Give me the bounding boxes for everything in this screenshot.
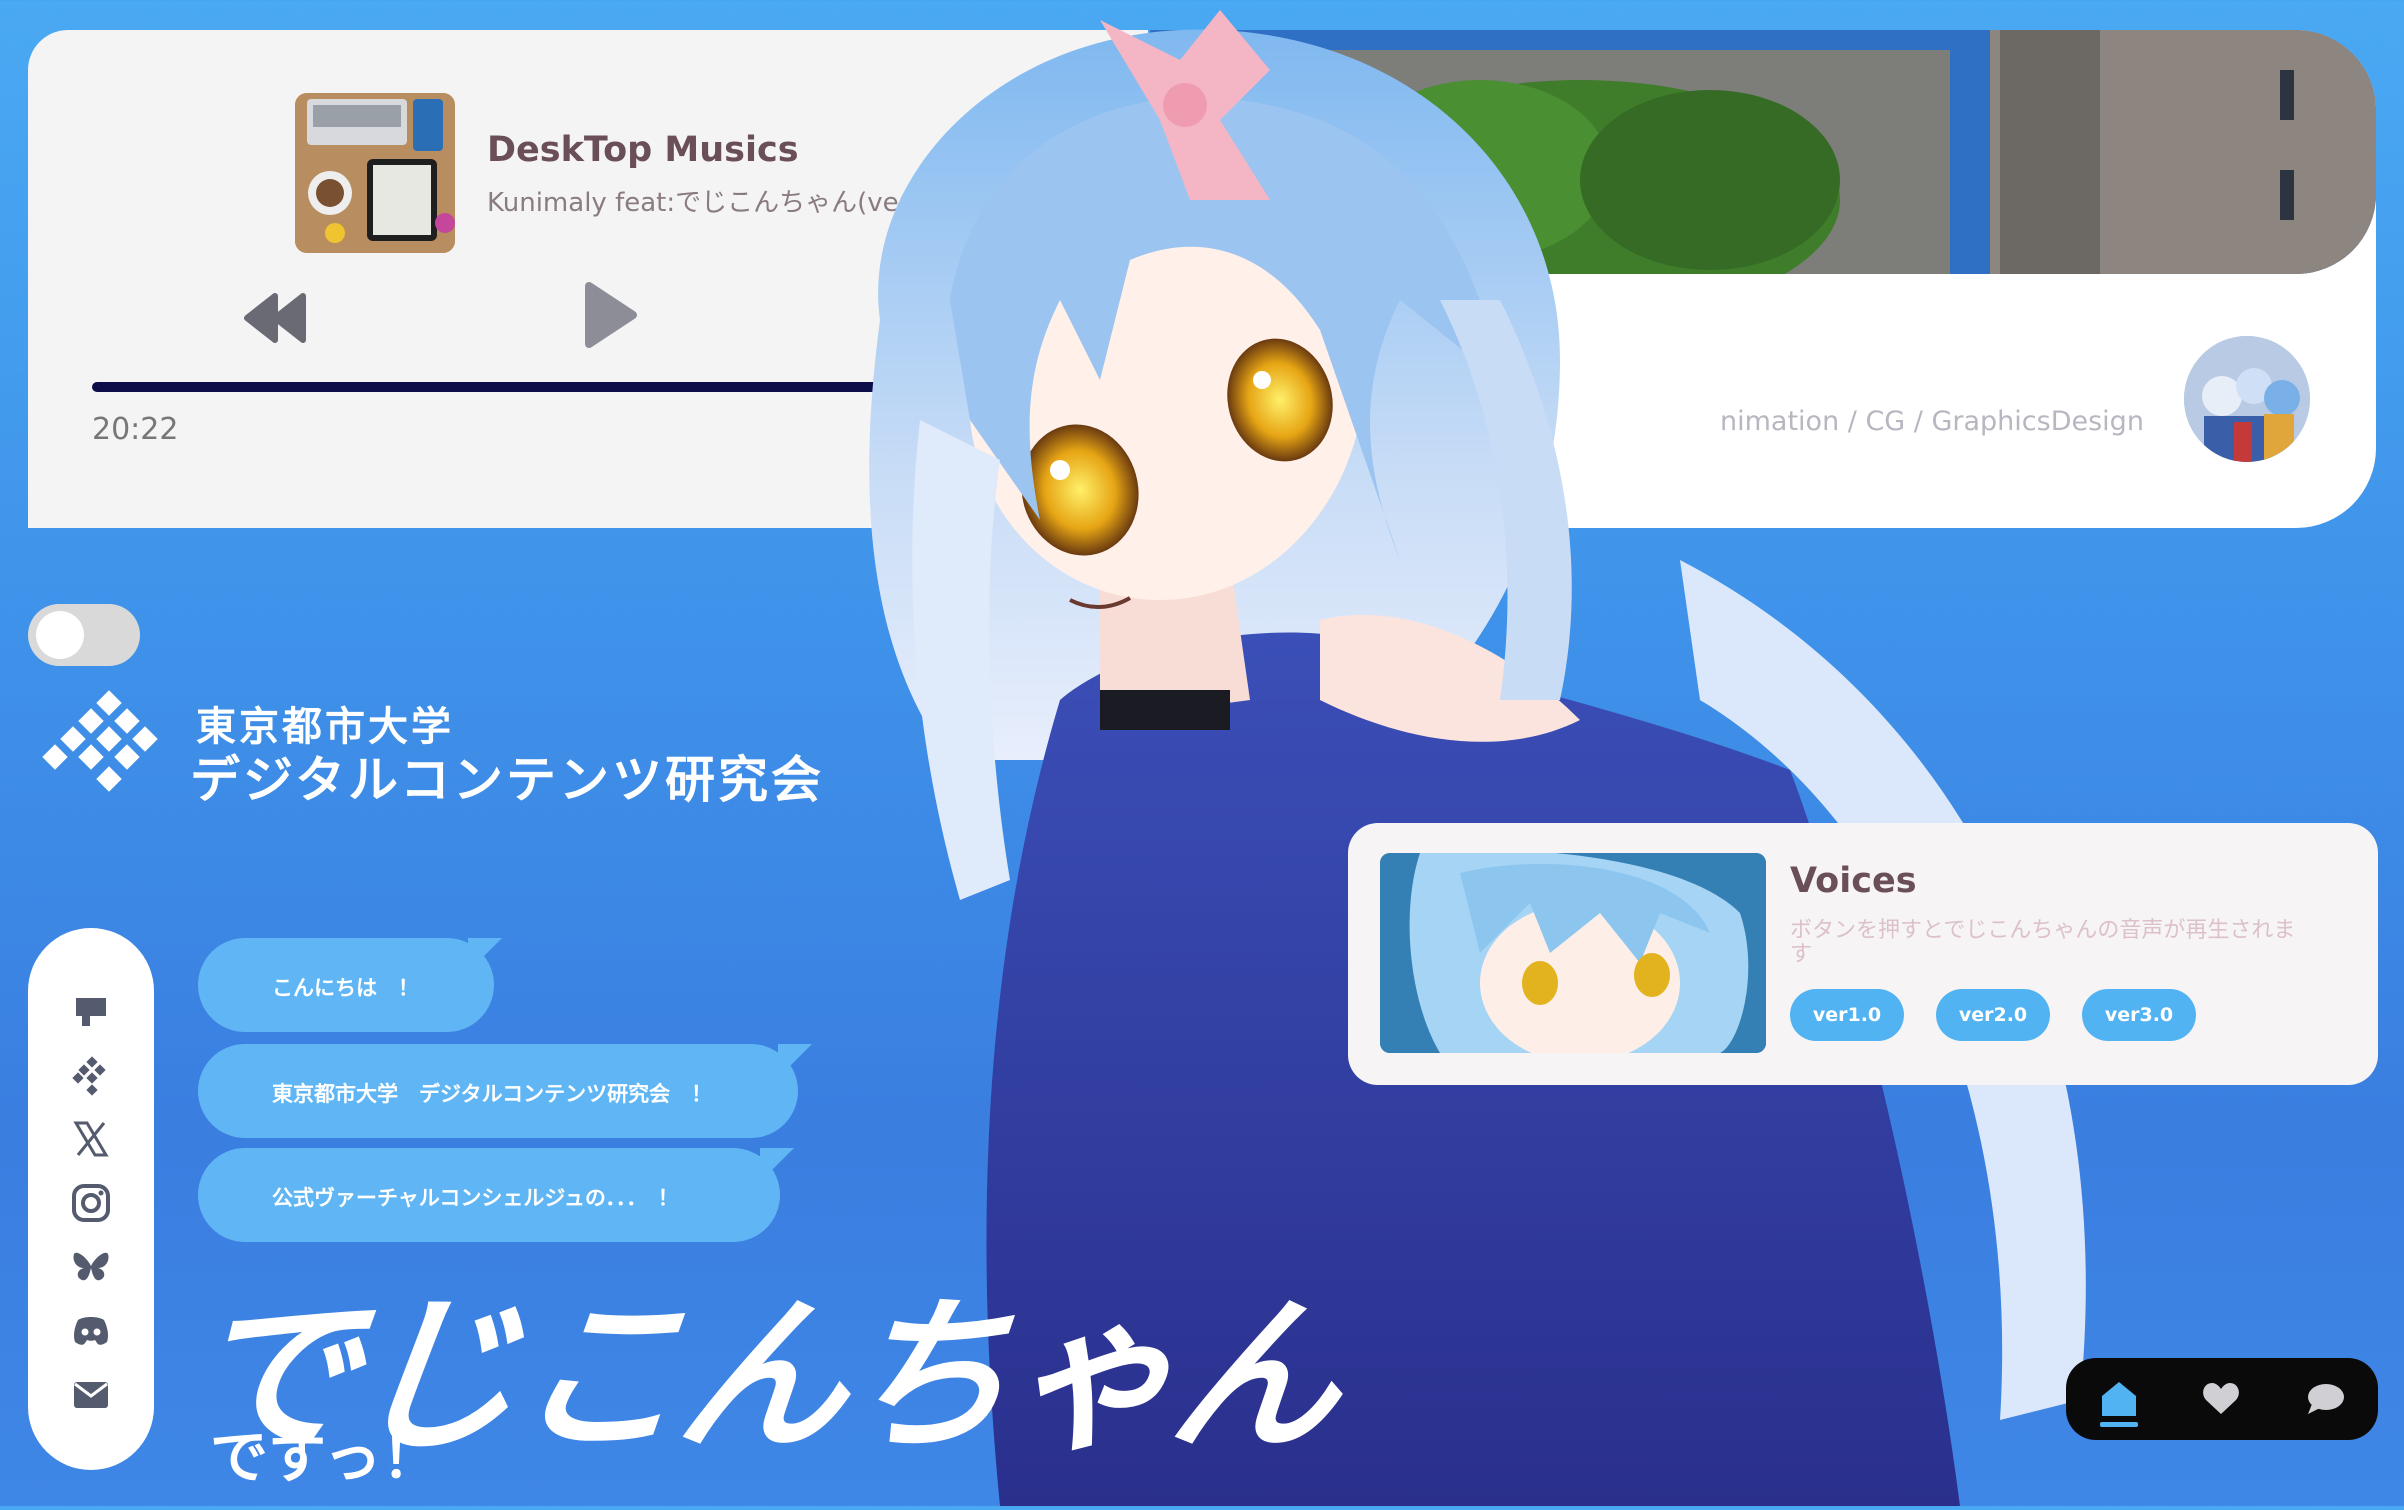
toggle-knob: [36, 611, 84, 659]
flag-icon[interactable]: [70, 990, 112, 1032]
play-button[interactable]: [581, 280, 641, 350]
character-name-suffix: ですっ！: [210, 1423, 440, 1491]
heart-icon[interactable]: [2200, 1378, 2242, 1420]
speech-bubble-concierge: 公式ヴァーチャルコンシェルジュの．．． ！: [198, 1148, 794, 1242]
voice-button-ver2[interactable]: ver2.0: [1936, 989, 2050, 1041]
voice-button-ver3[interactable]: ver3.0: [2082, 989, 2196, 1041]
social-sidebar: [28, 928, 154, 1470]
voices-card: Voices ボタンを押すとでじこんちゃんの音声が再生されます ver1.0 v…: [1348, 823, 2378, 1085]
bubble-text: 東京都市大学 デジタルコンテンツ研究会 ！: [272, 1082, 713, 1106]
bubble-text: 公式ヴァーチャルコンシェルジュの．．． ！: [272, 1186, 679, 1210]
rewind-icon: [244, 293, 306, 343]
bubble-tail: [760, 1148, 794, 1182]
speech-bubble-greeting: こんにちは ！: [198, 938, 502, 1032]
club-logo-link-icon[interactable]: [70, 1054, 112, 1096]
voices-title: Voices: [1790, 861, 1917, 901]
home-icon[interactable]: [2098, 1378, 2140, 1427]
elapsed-time: 20:22: [92, 412, 179, 447]
voices-description: ボタンを押すとでじこんちゃんの音声が再生されます: [1790, 918, 2296, 967]
bubble-tail: [468, 938, 502, 972]
instagram-icon[interactable]: [70, 1182, 112, 1224]
bubble-tail: [778, 1044, 812, 1078]
album-art: [295, 93, 455, 253]
play-icon: [585, 282, 637, 348]
track-title: DeskTop Musics: [487, 130, 799, 170]
theme-toggle[interactable]: [28, 604, 140, 666]
rewind-button[interactable]: [243, 290, 309, 346]
logo-club-name: デジタルコンテンツ研究会: [190, 751, 824, 809]
bluesky-icon[interactable]: [70, 1246, 112, 1288]
mail-icon[interactable]: [70, 1374, 112, 1416]
x-icon[interactable]: [70, 1118, 112, 1160]
bottom-navigation: [2066, 1358, 2378, 1440]
voices-thumbnail: [1380, 853, 1766, 1053]
voice-button-ver1[interactable]: ver1.0: [1790, 989, 1904, 1041]
club-logo-icon: [40, 690, 170, 800]
discord-icon[interactable]: [70, 1310, 112, 1352]
chat-icon[interactable]: [2304, 1378, 2346, 1420]
speech-bubble-club: 東京都市大学 デジタルコンテンツ研究会 ！: [198, 1044, 812, 1138]
bubble-text: こんにちは ！: [272, 976, 419, 1000]
